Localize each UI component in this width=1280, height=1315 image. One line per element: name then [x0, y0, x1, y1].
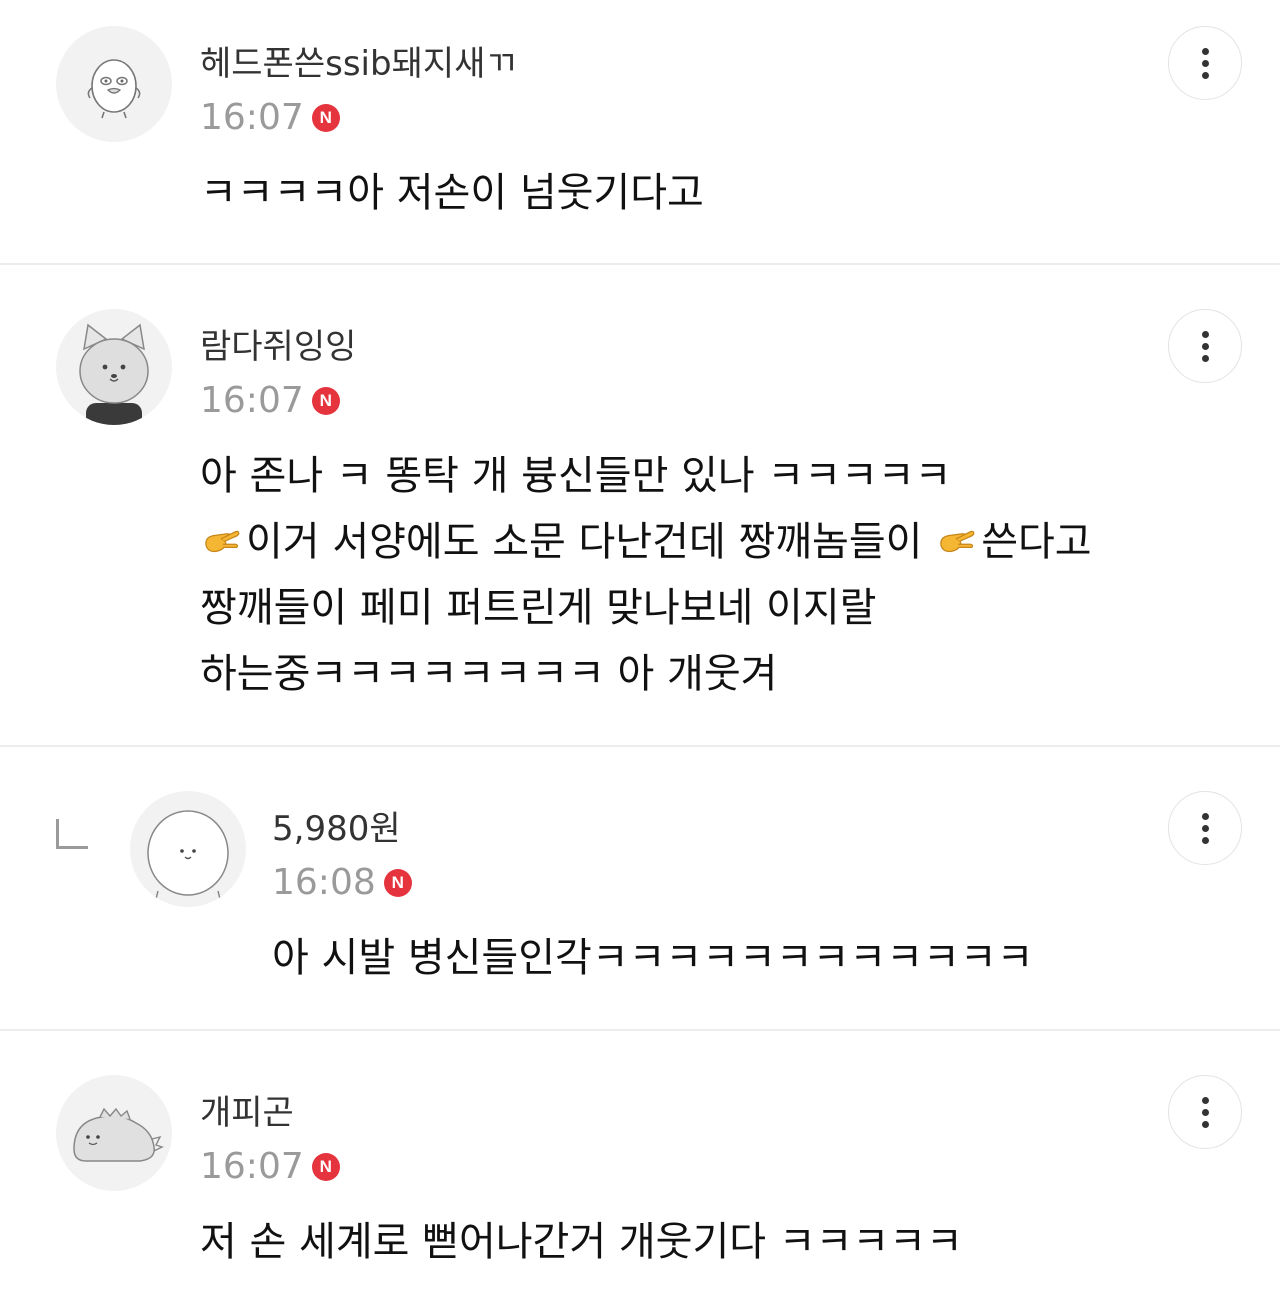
comment-item: 람다쥐잉잉 16:07 N 아 존나 ㅋ 똥탁 개 븅신들만 있나 ㅋㅋㅋㅋㅋ …	[0, 265, 1280, 745]
new-badge: N	[311, 104, 340, 132]
comment-body: ㅋㅋㅋㅋ아 저손이 넘웃기다고	[200, 160, 704, 226]
blob-character-icon	[147, 810, 229, 907]
more-dot-icon	[1201, 47, 1209, 55]
comment-meta: 16:08 N	[272, 863, 412, 903]
comment-meta: 16:07 N	[200, 1147, 340, 1187]
new-badge: N	[311, 387, 340, 415]
nickname[interactable]: 람다쥐잉잉	[200, 327, 356, 367]
comment-meta: 16:07 N	[200, 98, 340, 138]
dinosaur-character-icon	[73, 1107, 164, 1162]
comment-body: 아 시발 병신들인각ㅋㅋㅋㅋㅋㅋㅋㅋㅋㅋㅋㅋ	[272, 925, 1033, 991]
pinching-hand-emoji	[940, 530, 975, 553]
comment-line: 하는중ㅋㅋㅋㅋㅋㅋㅋㅋ 아 개웃겨	[200, 651, 778, 697]
more-dot-icon	[1201, 354, 1209, 362]
comment-line: 아 존나 ㅋ 똥탁 개 븅신들만 있나 ㅋㅋㅋㅋㅋ	[200, 453, 952, 499]
avatar[interactable]	[56, 26, 172, 142]
comment-item: 개피곤 16:07 N 저 손 세계로 뻗어나간거 개웃기다 ㅋㅋㅋㅋㅋ	[0, 1031, 1280, 1315]
avatar[interactable]	[130, 791, 246, 907]
avatar[interactable]	[56, 1075, 172, 1191]
comment-body: 저 손 세계로 뻗어나간거 개웃기다 ㅋㅋㅋㅋㅋ	[200, 1209, 963, 1275]
pinching-hand-emoji	[205, 530, 240, 553]
more-options-button[interactable]	[1168, 791, 1242, 865]
more-dot-icon	[1201, 824, 1209, 832]
comment-line-text: 쓴다고	[981, 519, 1092, 565]
comment-body: 아 존나 ㅋ 똥탁 개 븅신들만 있나 ㅋㅋㅋㅋㅋ 이거 서양에도 소문 다난건…	[200, 443, 1092, 707]
more-options-button[interactable]	[1168, 309, 1242, 383]
nickname[interactable]: 개피곤	[200, 1093, 294, 1133]
timestamp: 16:08	[272, 862, 376, 903]
comment-line-text: 이거 서양에도 소문 다난건데 짱깨놈들이	[246, 519, 936, 565]
comment-meta: 16:07 N	[200, 381, 340, 421]
new-badge: N	[383, 869, 412, 897]
more-dot-icon	[1201, 59, 1209, 67]
comment-line: 아 시발 병신들인각ㅋㅋㅋㅋㅋㅋㅋㅋㅋㅋㅋㅋ	[272, 935, 1034, 981]
avatar[interactable]	[56, 309, 172, 425]
more-dot-icon	[1201, 812, 1209, 820]
comment-item: 헤드폰쓴ssib돼지새ㄲ 16:07 N ㅋㅋㅋㅋ아 저손이 넘웃기다고	[0, 0, 1280, 264]
comment-line: ㅋㅋㅋㅋ아 저손이 넘웃기다고	[200, 170, 704, 216]
more-dot-icon	[1201, 330, 1209, 338]
more-dot-icon	[1201, 836, 1209, 844]
more-dot-icon	[1201, 1120, 1209, 1128]
cat-character-icon	[79, 323, 149, 425]
comment-line: 짱깨들이 페미 퍼트린게 맞나보네 이지랄	[200, 585, 877, 631]
more-dot-icon	[1201, 342, 1209, 350]
reply-indicator-icon	[56, 819, 88, 849]
new-badge: N	[311, 1153, 340, 1181]
more-options-button[interactable]	[1168, 1075, 1242, 1149]
more-dot-icon	[1201, 1108, 1209, 1116]
duck-character-icon	[87, 59, 141, 119]
timestamp: 16:07	[200, 97, 304, 138]
more-dot-icon	[1201, 71, 1209, 79]
comment-line: 이거 서양에도 소문 다난건데 짱깨놈들이 쓴다고	[200, 509, 1092, 575]
timestamp: 16:07	[200, 380, 304, 421]
more-dot-icon	[1201, 1096, 1209, 1104]
nickname[interactable]: 헤드폰쓴ssib돼지새ㄲ	[200, 44, 517, 84]
reply-comment-item: 5,980원 16:08 N 아 시발 병신들인각ㅋㅋㅋㅋㅋㅋㅋㅋㅋㅋㅋㅋ	[0, 747, 1280, 1029]
nickname[interactable]: 5,980원	[272, 809, 401, 849]
comment-line: 저 손 세계로 뻗어나간거 개웃기다 ㅋㅋㅋㅋㅋ	[200, 1219, 963, 1265]
more-options-button[interactable]	[1168, 26, 1242, 100]
timestamp: 16:07	[200, 1146, 304, 1187]
